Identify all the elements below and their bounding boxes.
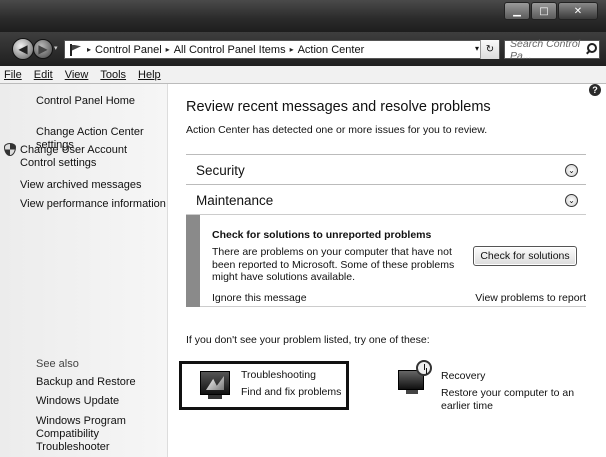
title-bar: ▁ □ ✕ [0, 0, 606, 32]
flag-icon [69, 43, 83, 56]
recovery-icon[interactable] [398, 360, 434, 396]
sidebar-change-uac-settings[interactable]: Change User Account Control settings [20, 144, 164, 170]
sidebar-compatibility-troubleshooter[interactable]: Windows Program Compatibility Troublesho… [36, 415, 166, 454]
troubleshooting-icon [200, 371, 230, 399]
sidebar-windows-update[interactable]: Windows Update [36, 395, 119, 408]
uac-shield-icon [4, 143, 16, 156]
menu-bar: File Edit View Tools Help [0, 66, 606, 84]
back-button[interactable]: ◀ [12, 38, 34, 60]
recent-pages-dropdown[interactable]: ▾ [54, 44, 58, 52]
refresh-icon[interactable]: ↻ [480, 40, 499, 59]
section-divider [186, 184, 586, 185]
maintenance-section-label: Maintenance [196, 192, 274, 208]
close-button[interactable]: ✕ [558, 2, 598, 20]
alert-title: Check for solutions to unreported proble… [212, 229, 432, 241]
section-divider [186, 154, 586, 155]
troubleshooting-tile[interactable]: Troubleshooting Find and fix problems [179, 361, 349, 410]
sidebar-backup-and-restore[interactable]: Backup and Restore [36, 376, 136, 389]
view-problems-link[interactable]: View problems to report [475, 292, 586, 304]
security-section-label: Security [196, 162, 245, 178]
menu-help[interactable]: Help [138, 69, 161, 81]
chevron-down-icon[interactable]: ⌄ [565, 193, 578, 207]
sidebar: Control Panel Home Change Action Center … [0, 84, 168, 457]
sidebar-view-archived-messages[interactable]: View archived messages [20, 179, 141, 192]
recovery-description: Restore your computer to an earlier time [441, 387, 575, 412]
check-for-solutions-button[interactable]: Check for solutions [473, 246, 577, 266]
menu-view[interactable]: View [65, 69, 89, 81]
search-input[interactable]: Search Control Pa... [504, 38, 600, 62]
breadcrumb-separator[interactable]: ▸ [290, 45, 294, 54]
see-also-heading: See also [36, 358, 79, 370]
breadcrumb-separator[interactable]: ▸ [166, 45, 170, 54]
maintenance-section-header[interactable]: Maintenance ⌄ [186, 187, 586, 213]
chevron-down-icon[interactable]: ⌄ [565, 163, 578, 177]
page-subtitle: Action Center has detected one or more i… [186, 124, 488, 136]
breadcrumb-all-items[interactable]: All Control Panel Items [174, 44, 286, 56]
troubleshooting-description: Find and fix problems [241, 386, 342, 398]
ignore-message-link[interactable]: Ignore this message [212, 292, 307, 304]
menu-tools[interactable]: Tools [100, 69, 126, 81]
forward-button[interactable]: ▶ [33, 39, 53, 59]
search-icon[interactable] [585, 43, 597, 54]
troubleshooting-link[interactable]: Troubleshooting [241, 369, 316, 382]
sidebar-view-performance-information[interactable]: View performance information [20, 198, 166, 211]
caption-buttons: ▁ □ ✕ [504, 2, 598, 20]
maintenance-alert: Check for solutions to unreported proble… [186, 214, 586, 307]
menu-edit[interactable]: Edit [34, 69, 53, 81]
alert-body: There are problems on your computer that… [212, 246, 455, 283]
address-field[interactable]: ▸ Control Panel ▸ All Control Panel Item… [64, 40, 500, 59]
security-section-header[interactable]: Security ⌄ [186, 157, 586, 183]
page-title: Review recent messages and resolve probl… [186, 99, 491, 115]
address-dropdown[interactable]: ▾ [475, 44, 479, 53]
breadcrumb-action-center[interactable]: Action Center [298, 44, 365, 56]
menu-file[interactable]: File [4, 69, 22, 81]
maximize-button[interactable]: □ [531, 2, 557, 20]
alert-severity-stripe [186, 215, 200, 307]
breadcrumb-separator[interactable]: ▸ [87, 45, 91, 54]
breadcrumb-control-panel[interactable]: Control Panel [95, 44, 162, 56]
sidebar-control-panel-home[interactable]: Control Panel Home [36, 95, 135, 108]
help-icon[interactable]: ? [589, 84, 601, 96]
minimize-button[interactable]: ▁ [504, 2, 530, 20]
navigation-bar: ◀ ▶ ▾ ▸ Control Panel ▸ All Control Pane… [0, 32, 606, 66]
try-these-text: If you don't see your problem listed, tr… [186, 334, 430, 346]
recovery-link[interactable]: Recovery [441, 370, 485, 383]
